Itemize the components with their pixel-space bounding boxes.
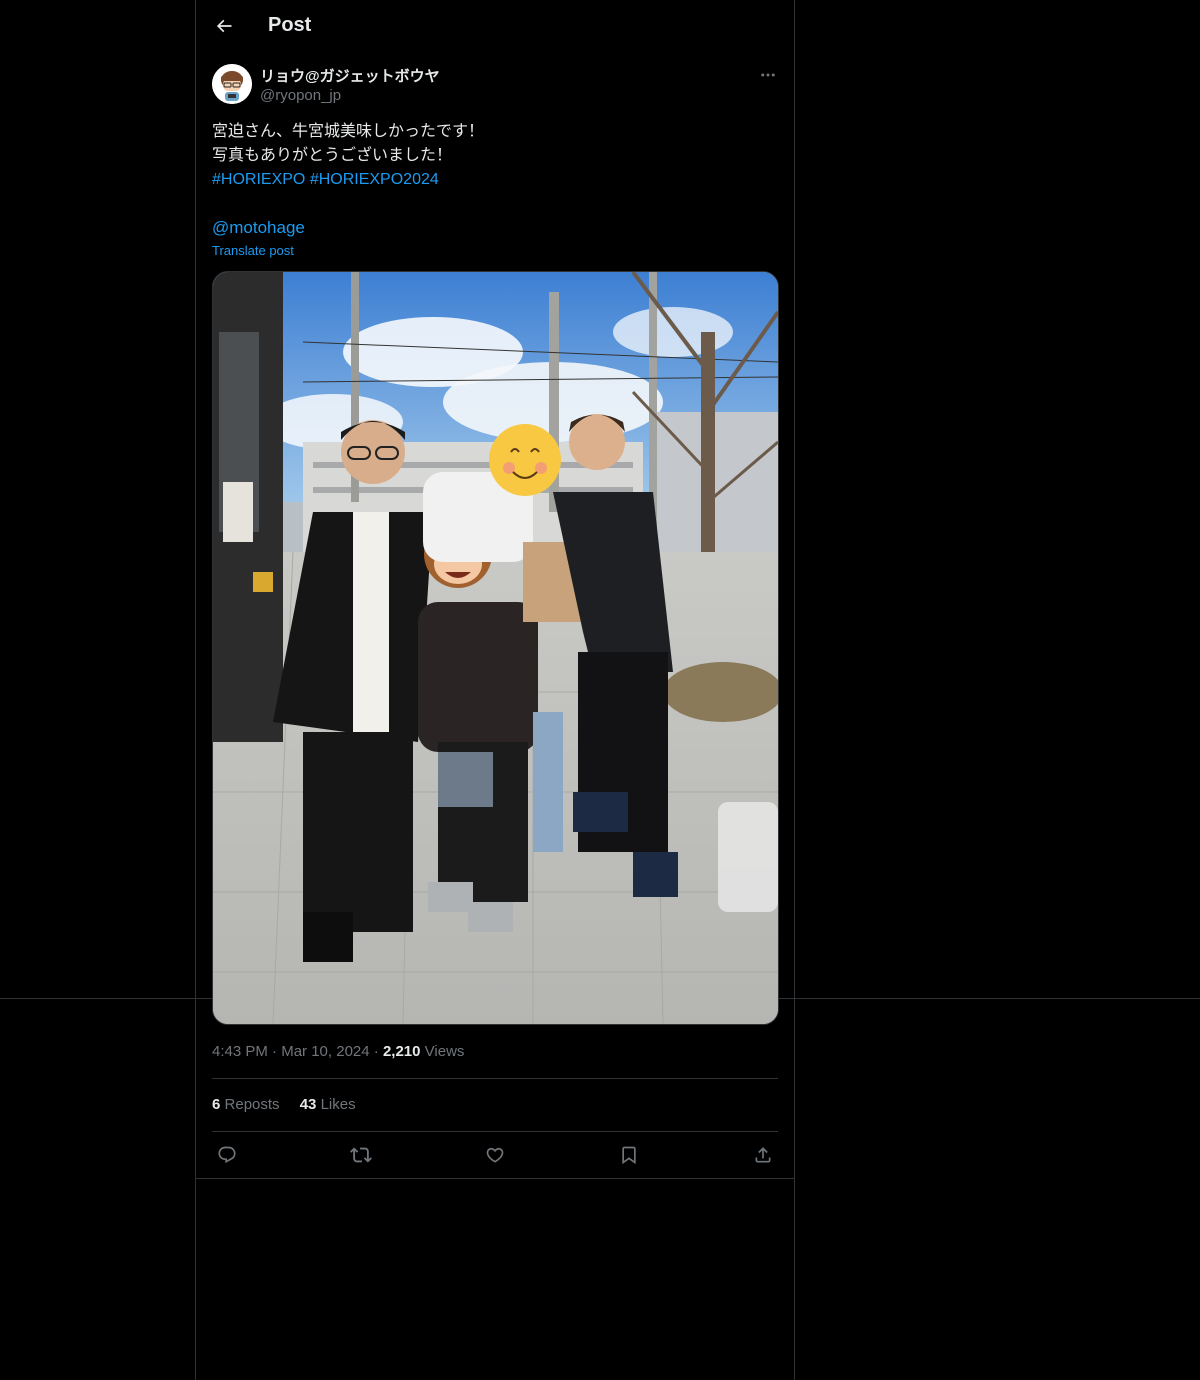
divider <box>196 1178 794 1179</box>
post-date[interactable]: Mar 10, 2024 <box>281 1043 369 1060</box>
post-time[interactable]: 4:43 PM <box>212 1043 268 1060</box>
views-count: 2,210 <box>382 1043 421 1060</box>
bookmark-icon <box>622 1146 636 1165</box>
likes-count-link[interactable]: 43 Likes <box>300 1096 356 1113</box>
likes-count: 43 <box>299 1096 317 1113</box>
author-display-name[interactable]: リョウ@ガジェットボウヤ <box>260 65 440 86</box>
share-button[interactable] <box>748 1140 778 1170</box>
top-bar: Post <box>196 0 794 54</box>
reposts-count: 6 <box>212 1096 221 1113</box>
hashtag-line: #HORIEXPO #HORIEXPO2024 <box>212 168 778 192</box>
back-button[interactable] <box>208 10 240 42</box>
reposts-label: Reposts <box>224 1096 280 1113</box>
engagement-counts: 6 Reposts 43 Likes <box>212 1096 372 1113</box>
mention-line: @motohage <box>212 216 778 240</box>
reply-button[interactable] <box>212 1140 242 1170</box>
heart-icon <box>486 1147 504 1163</box>
post-timestamp: 4:43 PM · Mar 10, 2024 · 2,210 Views <box>212 1043 464 1060</box>
hashtag-link[interactable]: #HORIEXPO <box>212 171 305 188</box>
more-options-button[interactable] <box>754 64 782 86</box>
group-photo-image <box>213 272 778 1024</box>
avatar-character-icon <box>212 64 252 104</box>
divider <box>212 1078 778 1079</box>
post-photo[interactable] <box>212 271 779 1025</box>
views-label: Views <box>424 1043 465 1060</box>
translate-post-link[interactable]: Translate post <box>212 243 294 258</box>
mention-link[interactable]: @motohage <box>212 218 305 237</box>
action-bar <box>212 1140 778 1172</box>
reply-icon <box>218 1146 236 1164</box>
post-text-line: 写真もありがとうございました！ <box>212 147 453 164</box>
separator: · <box>272 1043 278 1060</box>
divider <box>212 1131 778 1132</box>
arrow-left-icon <box>216 19 232 33</box>
bookmark-button[interactable] <box>614 1140 644 1170</box>
author-handle[interactable]: @ryopon_jp <box>260 87 341 104</box>
separator: · <box>373 1043 379 1060</box>
reposts-count-link[interactable]: 6 Reposts <box>212 1096 284 1113</box>
hashtag-link[interactable]: #HORIEXPO2024 <box>310 171 439 188</box>
post-text: 宮迫さん、牛宮城美味しかったです！ 写真もありがとうございました！ #HORIE… <box>212 120 778 240</box>
more-horizontal-icon <box>761 73 775 77</box>
likes-label: Likes <box>320 1096 356 1113</box>
repost-button[interactable] <box>346 1140 376 1170</box>
post-column: Post リョウ@ガジェットボウヤ @ryopon_jp 宮迫さん、牛宮城美味し… <box>195 0 795 1380</box>
like-button[interactable] <box>480 1140 510 1170</box>
share-icon <box>755 1147 771 1163</box>
page-title: Post <box>268 14 312 36</box>
avatar[interactable] <box>212 64 252 104</box>
repost-icon <box>350 1147 372 1163</box>
post-text-line: 宮迫さん、牛宮城美味しかったです！ <box>212 123 485 140</box>
